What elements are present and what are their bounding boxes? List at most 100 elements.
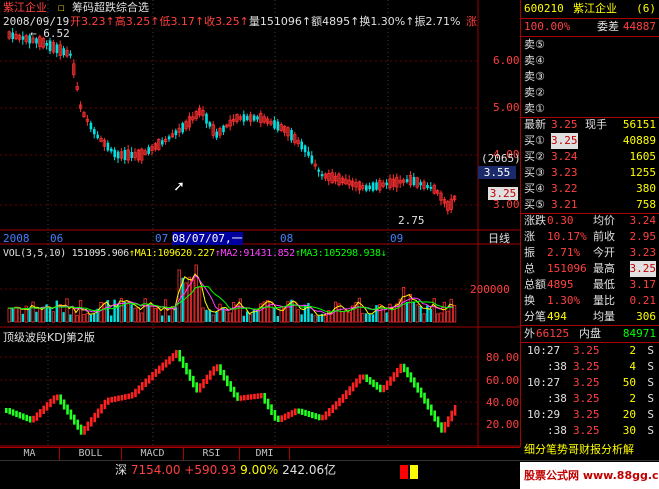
candle-body	[365, 185, 368, 191]
volume-bar	[163, 299, 168, 323]
buy-row[interactable]: 买⑤ 3.21 758	[521, 197, 659, 213]
stat-value: 3.25	[629, 261, 656, 277]
volume-bar	[215, 311, 218, 322]
kdj-bar	[181, 356, 185, 368]
tab-boll[interactable]: BOLL	[60, 448, 122, 460]
kdj-bar	[362, 374, 365, 380]
max-marker: ← 6.52	[30, 27, 70, 40]
candle-body	[256, 116, 259, 120]
volume-bar	[435, 313, 440, 323]
kdj-bar	[69, 409, 73, 420]
candle-body	[310, 155, 314, 164]
volume-bar	[256, 310, 259, 322]
tab-ma[interactable]: MA	[0, 448, 60, 460]
dropdown-icon[interactable]: ☐	[58, 1, 65, 14]
volume-bar	[11, 308, 14, 322]
min-marker-value: 2.75	[398, 214, 425, 227]
sell-row[interactable]: 卖④	[521, 53, 659, 69]
tick-price: 3.25	[573, 408, 600, 421]
volume-bar	[385, 312, 388, 322]
kdj-bar	[110, 396, 113, 403]
ma1-label: MA1:	[134, 248, 158, 259]
stat-value: 2.71%	[547, 246, 581, 259]
kdj-bar	[22, 413, 25, 420]
open-label: 开	[70, 15, 81, 28]
volume-bar	[368, 314, 371, 322]
sell-label: 卖③	[524, 70, 545, 83]
candle-body	[375, 182, 378, 190]
volume-bar	[38, 308, 42, 323]
kdj-bar	[304, 409, 307, 416]
kdj-bar	[192, 375, 195, 388]
kdj-bar	[402, 363, 406, 373]
volume-bar	[231, 302, 236, 323]
sell-row[interactable]: 卖⑤	[521, 37, 659, 53]
volume-bar	[69, 314, 72, 322]
cursor-count: (2065)	[481, 152, 521, 165]
tab-rsi[interactable]: RSI	[184, 448, 240, 460]
price-axis-label: 6.00	[493, 54, 520, 67]
volume-bar	[113, 299, 116, 322]
kdj-bar	[307, 410, 311, 418]
quote-header: 600210 紫江企业 (6)	[521, 1, 659, 17]
market-index: 7154.00	[130, 463, 181, 477]
stat-value: 10.17%	[547, 230, 587, 243]
kline-chart-svg[interactable]	[0, 0, 520, 447]
kdj-bar	[52, 395, 56, 404]
chart-area[interactable]: 紫江企业 ☐ 筹码超跌综合选 2008/09/19 开3.23↑高3.25↑低3…	[0, 0, 521, 447]
stat-label: 量比	[593, 294, 615, 307]
tick-flag: S	[647, 360, 654, 373]
volume-bar	[197, 286, 202, 323]
tick-time: :38	[547, 424, 567, 437]
tab-dmi[interactable]: DMI	[240, 448, 290, 460]
stat-label: 前收	[593, 230, 615, 243]
volume-bar	[82, 314, 86, 323]
candle-body	[405, 179, 409, 183]
stat-row: 总 151096 最高 3.25	[521, 261, 659, 277]
indicator-title: 顶级波段KDJ第2版	[3, 331, 95, 344]
indicator-axis-label: 60.00	[486, 374, 520, 387]
buy-volume: 1255	[629, 166, 657, 179]
kdj-bar	[396, 368, 399, 378]
panel-title: 筹码超跌综合选	[72, 1, 149, 14]
candle-body	[215, 131, 218, 138]
kdj-bar	[202, 379, 205, 389]
volume-bar	[41, 307, 45, 323]
kdj-bar	[331, 404, 334, 413]
kdj-bar	[120, 394, 124, 401]
kdj-bar	[436, 416, 440, 428]
indicator-axis-label: 20.00	[486, 418, 520, 431]
sell-row[interactable]: 卖③	[521, 69, 659, 85]
candle-body	[273, 120, 276, 129]
kdj-bar	[243, 395, 246, 401]
buy-price: 3.24	[551, 150, 578, 163]
volume-bar	[153, 308, 157, 323]
stat-value: 3.24	[629, 214, 657, 227]
buy-row[interactable]: 买④ 3.22 380	[521, 181, 659, 197]
period-label[interactable]: 日线	[488, 232, 510, 245]
buy-volume: 758	[636, 198, 656, 211]
candle-body	[246, 115, 249, 121]
ma1-value: 109620.227	[157, 248, 216, 259]
volume-bar	[225, 310, 229, 323]
tab-macd[interactable]: MACD	[122, 448, 184, 460]
buy-row[interactable]: 买③ 3.23 1255	[521, 165, 659, 181]
kdj-bar	[42, 405, 45, 414]
max-marker-value: 6.52	[43, 27, 70, 40]
turnover-value: 1.30%	[370, 15, 406, 28]
vol-label: VOL(3,5,10)	[3, 248, 66, 259]
kdj-bar	[164, 359, 168, 368]
kdj-bar	[317, 414, 321, 421]
buy-row[interactable]: 买① 3.25 40889	[521, 133, 659, 149]
candle-body	[222, 125, 225, 133]
kdj-bar	[328, 408, 331, 417]
sell-row[interactable]: 卖①	[521, 101, 659, 117]
kdj-bar	[8, 408, 11, 415]
sell-row[interactable]: 卖②	[521, 85, 659, 101]
inner-label: 内盘	[579, 327, 601, 340]
kdj-bar	[260, 393, 263, 399]
outer-value: 66125	[536, 327, 570, 340]
tick-row: 10:27 3.25 50 S	[521, 375, 659, 391]
quote-footer[interactable]: 细分笔势哥财报分析解	[521, 442, 659, 458]
buy-row[interactable]: 买② 3.24 1605	[521, 149, 659, 165]
